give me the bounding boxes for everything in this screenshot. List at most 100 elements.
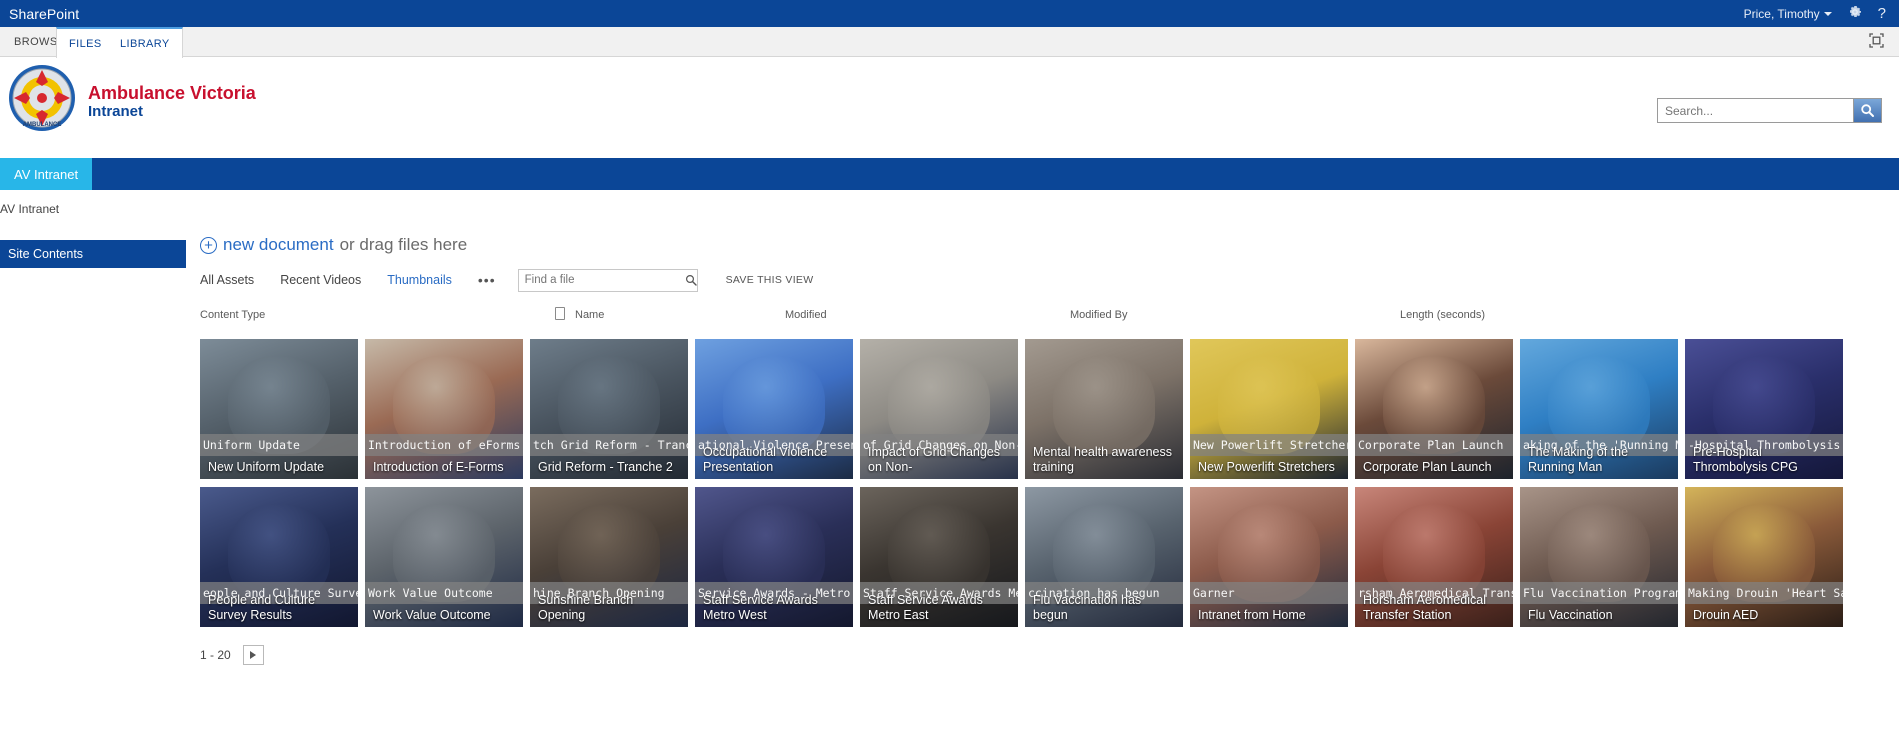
find-a-file-input[interactable] <box>518 274 685 286</box>
thumbnail-tile[interactable]: aking of the 'Running Man ChallenThe Mak… <box>1520 339 1678 479</box>
new-document-link[interactable]: new document <box>223 235 334 255</box>
thumbnail-caption-bar: New Powerlift Stretchers <box>1190 434 1348 456</box>
thumbnail-image <box>365 487 523 627</box>
thumbnail-caption-bar: Work Value Outcome <box>365 582 523 604</box>
focus-on-content-icon[interactable] <box>1868 32 1885 49</box>
drag-files-hint: or drag files here <box>339 235 468 254</box>
view-selector-bar: All Assets Recent Videos Thumbnails ••• … <box>200 267 1890 293</box>
column-header-modified-by[interactable]: Modified By <box>1070 309 1127 321</box>
column-header-name[interactable]: Name <box>575 309 604 321</box>
user-menu[interactable]: Price, Timothy <box>1744 7 1832 21</box>
thumbnail-caption-bar: Uniform Update <box>200 434 358 456</box>
thumbnail-tile[interactable]: Work Value Outcome Work Value Outcome <box>365 487 523 627</box>
tab-library[interactable]: LIBRARY <box>108 27 183 58</box>
thumbnail-caption-bar: Making Drouin 'Heart Safe' <box>1685 582 1843 604</box>
breadcrumb: AV Intranet <box>0 190 1899 228</box>
thumbnail-caption-bar: Corporate Plan Launch <box>1355 434 1513 456</box>
plus-circle-icon: + <box>200 236 217 254</box>
column-header-modified[interactable]: Modified <box>785 309 827 321</box>
thumbnail-tile[interactable]: Service Awards - Metro WestStaff Service… <box>695 487 853 627</box>
thumbnail-tile[interactable]: tch Grid Reform - Tranche 2 Grid Reform -… <box>530 339 688 479</box>
gear-icon[interactable] <box>1847 4 1863 23</box>
sidebar-item-site-contents[interactable]: Site Contents <box>0 247 83 261</box>
thumbnail-title[interactable]: Staff Service Awards Metro East <box>860 593 1018 623</box>
thumbnail-title[interactable]: People and Culture Survey Results <box>200 593 358 623</box>
thumbnail-title[interactable]: Grid Reform - Tranche 2 <box>530 460 688 475</box>
thumbnail-tile[interactable]: Garner Intranet from Home <box>1190 487 1348 627</box>
search-button[interactable] <box>1853 99 1881 122</box>
thumbnail-title[interactable]: Work Value Outcome <box>365 608 523 623</box>
site-title-line2: Intranet <box>88 103 144 120</box>
sharepoint-brand[interactable]: SharePoint <box>0 6 79 22</box>
thumbnail-title[interactable]: Staff Service Awards Metro West <box>695 593 853 623</box>
thumbnail-tile[interactable]: Staff Service Awards Metro EastStaff Ser… <box>860 487 1018 627</box>
tab-files[interactable]: FILES <box>56 27 114 58</box>
thumbnail-title[interactable]: Drouin AED <box>1685 608 1843 623</box>
thumbnail-title[interactable]: Sunshine Branch Opening <box>530 593 688 623</box>
thumbnail-image <box>200 339 358 479</box>
thumbnail-title[interactable]: Occupational Violence Presentation <box>695 445 853 475</box>
thumbnail-title[interactable]: The Making of the Running Man <box>1520 445 1678 475</box>
thumbnail-tile[interactable]: eople and Culture Survey ResultPeople an… <box>200 487 358 627</box>
thumbnail-tile[interactable]: Corporate Plan Launch Corporate Plan Laun… <box>1355 339 1513 479</box>
thumbnail-image <box>365 339 523 479</box>
thumbnail-caption-text: New Powerlift Stretchers <box>1193 438 1348 452</box>
thumbnail-title[interactable]: New Uniform Update <box>200 460 358 475</box>
thumbnail-caption-text: Corporate Plan Launch <box>1358 438 1504 452</box>
thumbnail-tile[interactable]: of Grid Changes on Non-EmergencImpact of… <box>860 339 1018 479</box>
thumbnail-image <box>1190 487 1348 627</box>
thumbnail-tile[interactable]: Uniform Update New Uniform Update <box>200 339 358 479</box>
thumbnail-title[interactable]: Mental health awareness training <box>1025 445 1183 475</box>
thumbnail-tile[interactable]: ational Violence PresentationOccupationa… <box>695 339 853 479</box>
help-icon[interactable]: ? <box>1878 6 1886 21</box>
thumbnail-caption-text: Uniform Update <box>203 438 300 452</box>
breadcrumb-item-av-intranet[interactable]: AV Intranet <box>0 202 59 216</box>
more-views-ellipsis-icon[interactable]: ••• <box>478 272 496 288</box>
quick-launch-nav: Site Contents <box>0 240 186 268</box>
thumbnail-tile[interactable]: rsham Aeromedical Transfer StatHorsham A… <box>1355 487 1513 627</box>
column-header-content-type[interactable]: Content Type <box>200 309 265 321</box>
thumbnail-tile[interactable]: Introduction of eForms Introduction of E-… <box>365 339 523 479</box>
pager-next-button[interactable] <box>242 645 264 665</box>
nav-item-av-intranet[interactable]: AV Intranet <box>0 158 93 190</box>
svg-text:AMBULANCE: AMBULANCE <box>23 122 62 128</box>
thumbnail-title[interactable]: Introduction of E-Forms <box>365 460 523 475</box>
thumbnail-image <box>530 339 688 479</box>
search-box <box>1657 98 1882 123</box>
document-library-main: + new document or drag files here All As… <box>200 235 1890 665</box>
thumbnail-tile[interactable]: Making Drouin 'Heart Safe' Drouin AED <box>1685 487 1843 627</box>
thumbnail-tile[interactable]: hine Branch Opening Sunshine Branch Openi… <box>530 487 688 627</box>
thumbnail-caption-text: Garner <box>1193 586 1235 600</box>
ambulance-victoria-logo[interactable]: AMBULANCE <box>8 64 76 132</box>
thumbnail-caption-bar: Flu Vaccination Program 2016 <box>1520 582 1678 604</box>
thumbnail-title[interactable]: Pre-Hospital Thrombolysis CPG <box>1685 445 1843 475</box>
thumbnail-row: Uniform Update New Uniform Update Introduc… <box>200 339 1890 479</box>
column-header-length-seconds[interactable]: Length (seconds) <box>1400 309 1485 321</box>
thumbnail-title[interactable]: Horsham Aeromedical Transfer Station <box>1355 593 1513 623</box>
thumbnail-title[interactable]: Intranet from Home <box>1190 608 1348 623</box>
view-tab-all-assets[interactable]: All Assets <box>200 273 254 287</box>
thumbnail-caption-bar: Garner <box>1190 582 1348 604</box>
thumbnail-title[interactable]: Flu Vaccination has begun <box>1025 593 1183 623</box>
thumbnail-tile[interactable]: New Powerlift Stretchers New Powerlift St… <box>1190 339 1348 479</box>
suite-bar-actions: Price, Timothy ? <box>1744 0 1899 27</box>
thumbnail-image <box>1190 339 1348 479</box>
view-tab-thumbnails[interactable]: Thumbnails <box>387 273 452 287</box>
thumbnail-tile[interactable]: -Hospital Thrombolysis CPG chanPre-Hospi… <box>1685 339 1843 479</box>
thumbnail-title[interactable]: Impact of Grid Changes on Non- <box>860 445 1018 475</box>
thumbnail-title[interactable]: New Powerlift Stretchers <box>1190 460 1348 475</box>
user-name-label: Price, Timothy <box>1743 6 1820 21</box>
search-icon[interactable] <box>685 274 703 286</box>
view-tab-recent-videos[interactable]: Recent Videos <box>280 273 361 287</box>
thumbnail-title[interactable]: Flu Vaccination <box>1520 608 1678 623</box>
pager: 1 - 20 <box>200 645 1890 665</box>
new-document-area: + new document or drag files here <box>200 235 1890 255</box>
save-this-view-link[interactable]: SAVE THIS VIEW <box>726 274 814 286</box>
search-input[interactable] <box>1658 99 1853 122</box>
thumbnail-tile[interactable]: Mental health awareness training <box>1025 339 1183 479</box>
thumbnail-image <box>1520 487 1678 627</box>
thumbnail-tile[interactable]: Flu Vaccination Program 2016 Flu Vaccinat… <box>1520 487 1678 627</box>
thumbnail-title[interactable]: Corporate Plan Launch <box>1355 460 1513 475</box>
site-title[interactable]: Ambulance Victoria Intranet <box>88 84 256 121</box>
thumbnail-tile[interactable]: ccination has begun Flu Vaccination has b… <box>1025 487 1183 627</box>
